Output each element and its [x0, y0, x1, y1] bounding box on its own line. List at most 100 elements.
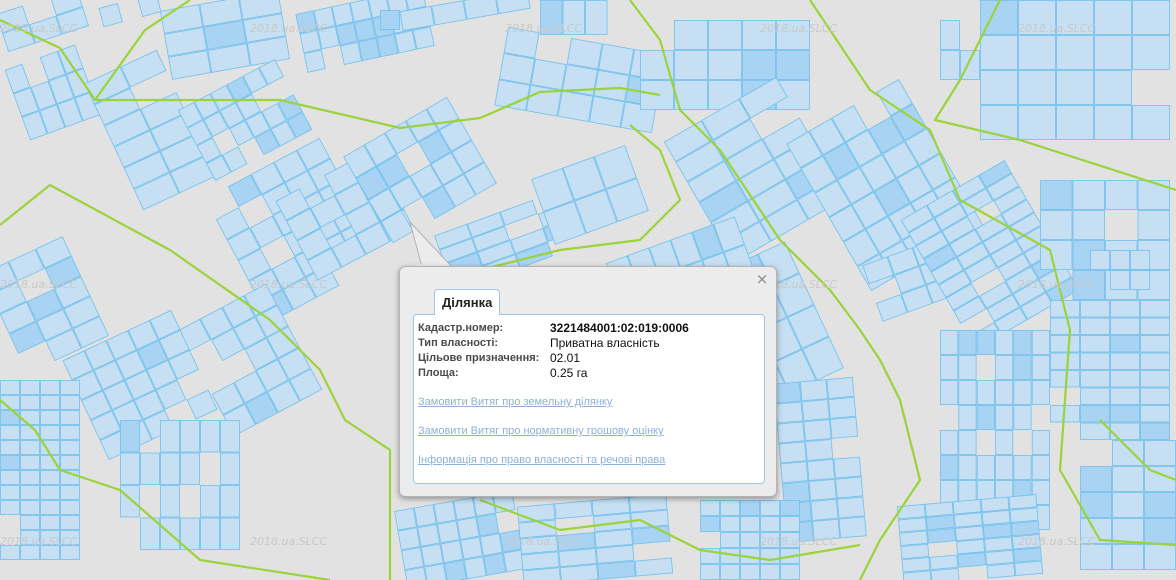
land-parcel[interactable]: [776, 421, 805, 444]
land-parcel[interactable]: [634, 557, 674, 577]
land-parcel[interactable]: [1110, 250, 1130, 270]
land-parcel[interactable]: [494, 79, 531, 111]
land-parcel[interactable]: [40, 395, 60, 410]
land-parcel[interactable]: [588, 95, 625, 128]
land-parcel[interactable]: [1040, 240, 1073, 270]
land-parcel[interactable]: [413, 504, 437, 528]
land-parcel[interactable]: [0, 500, 20, 515]
land-parcel[interactable]: [720, 500, 740, 516]
land-parcel[interactable]: [775, 401, 804, 424]
land-parcel[interactable]: [220, 517, 240, 550]
land-parcel[interactable]: [955, 525, 984, 542]
land-parcel[interactable]: [976, 330, 995, 355]
land-parcel[interactable]: [985, 549, 1015, 566]
land-parcel[interactable]: [1072, 180, 1105, 210]
land-parcel[interactable]: [1105, 180, 1138, 210]
land-parcel[interactable]: [60, 440, 80, 455]
land-parcel[interactable]: [595, 544, 635, 564]
land-parcel[interactable]: [1137, 210, 1170, 240]
land-parcel[interactable]: [40, 455, 60, 470]
close-icon[interactable]: ×: [754, 271, 770, 287]
land-parcel[interactable]: [558, 548, 597, 568]
land-parcel[interactable]: [60, 425, 80, 440]
land-parcel[interactable]: [1080, 317, 1110, 335]
land-parcel[interactable]: [901, 557, 931, 573]
land-parcel[interactable]: [463, 556, 487, 580]
land-parcel[interactable]: [829, 416, 858, 439]
land-parcel[interactable]: [40, 380, 60, 395]
land-parcel[interactable]: [760, 548, 780, 564]
land-parcel[interactable]: [401, 547, 424, 570]
land-parcel[interactable]: [1140, 300, 1170, 318]
land-parcel[interactable]: [782, 481, 811, 504]
land-parcel[interactable]: [1137, 180, 1170, 210]
land-parcel[interactable]: [456, 516, 480, 540]
land-parcel[interactable]: [995, 330, 1014, 355]
land-parcel[interactable]: [1018, 105, 1056, 140]
land-parcel[interactable]: [137, 0, 162, 17]
land-parcel[interactable]: [1110, 270, 1130, 290]
land-parcel[interactable]: [806, 458, 835, 481]
land-parcel[interactable]: [700, 500, 720, 516]
land-parcel[interactable]: [1080, 387, 1110, 405]
land-parcel[interactable]: [20, 470, 40, 485]
land-parcel[interactable]: [1031, 455, 1050, 480]
land-parcel[interactable]: [443, 559, 467, 580]
land-parcel[interactable]: [1132, 35, 1170, 70]
land-parcel[interactable]: [1130, 270, 1150, 290]
land-parcel[interactable]: [925, 514, 955, 531]
land-parcel[interactable]: [1094, 70, 1132, 105]
land-parcel[interactable]: [1094, 105, 1132, 140]
land-parcel[interactable]: [805, 439, 834, 462]
land-parcel[interactable]: [20, 380, 40, 395]
land-parcel[interactable]: [598, 43, 635, 76]
land-parcel[interactable]: [40, 410, 60, 425]
land-parcel[interactable]: [479, 533, 503, 557]
land-parcel[interactable]: [780, 461, 809, 484]
land-parcel[interactable]: [1110, 317, 1140, 335]
land-parcel[interactable]: [476, 513, 500, 537]
land-parcel[interactable]: [836, 496, 865, 519]
land-parcel[interactable]: [353, 18, 377, 42]
land-parcel[interactable]: [1014, 560, 1044, 577]
land-parcel[interactable]: [594, 528, 633, 548]
land-parcel[interactable]: [980, 35, 1018, 70]
land-parcel[interactable]: [1013, 380, 1032, 405]
land-parcel[interactable]: [463, 0, 499, 20]
land-parcel[interactable]: [1072, 210, 1105, 240]
land-parcel[interactable]: [0, 410, 20, 425]
land-parcel[interactable]: [20, 485, 40, 500]
land-parcel[interactable]: [875, 294, 908, 322]
land-parcel[interactable]: [760, 516, 780, 532]
land-parcel[interactable]: [1040, 210, 1073, 240]
land-parcel[interactable]: [376, 34, 399, 58]
land-parcel[interactable]: [303, 49, 326, 73]
land-parcel[interactable]: [60, 410, 80, 425]
land-parcel[interactable]: [631, 525, 671, 545]
land-parcel[interactable]: [958, 380, 977, 405]
land-parcel[interactable]: [1110, 300, 1140, 318]
land-parcel[interactable]: [674, 20, 708, 50]
land-parcel[interactable]: [20, 410, 40, 425]
land-parcel[interactable]: [780, 564, 800, 580]
land-parcel[interactable]: [940, 455, 959, 480]
land-parcel[interactable]: [1132, 105, 1170, 140]
land-parcel[interactable]: [339, 41, 363, 66]
land-parcel[interactable]: [160, 420, 180, 453]
land-parcel[interactable]: [981, 509, 1011, 526]
ownership-info-link[interactable]: Інформація про право власності та речові…: [418, 453, 665, 467]
land-parcel[interactable]: [420, 543, 444, 567]
land-parcel[interactable]: [1040, 180, 1073, 210]
land-parcel[interactable]: [200, 420, 220, 453]
land-parcel[interactable]: [1112, 440, 1144, 466]
land-parcel[interactable]: [958, 405, 977, 430]
land-parcel[interactable]: [899, 530, 929, 546]
land-parcel[interactable]: [1110, 352, 1140, 370]
land-parcel[interactable]: [495, 0, 531, 15]
land-parcel[interactable]: [1013, 405, 1032, 430]
land-parcel[interactable]: [160, 452, 180, 485]
land-parcel[interactable]: [349, 0, 372, 23]
land-parcel[interactable]: [803, 419, 832, 442]
land-parcel[interactable]: [930, 567, 960, 580]
land-parcel[interactable]: [1112, 492, 1144, 518]
